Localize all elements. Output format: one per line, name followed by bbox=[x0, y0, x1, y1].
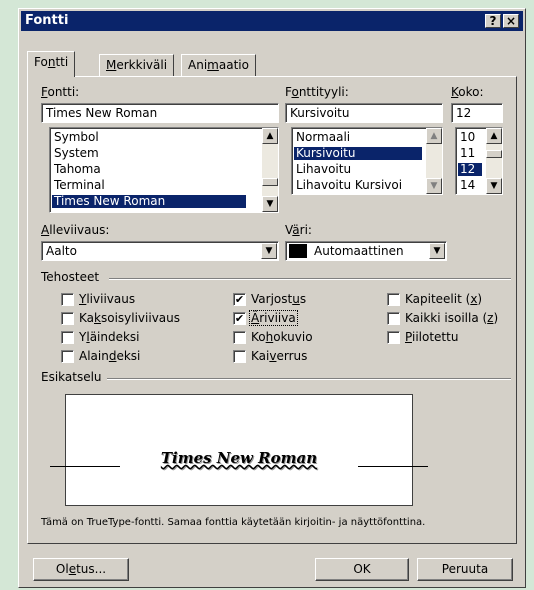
scroll-up-icon[interactable]: ▲ bbox=[426, 128, 442, 144]
color-label: Väri: bbox=[285, 223, 312, 237]
font-dialog: Fontti ? × Fontti Merkkiväli Animaatio F… bbox=[18, 8, 526, 588]
list-item[interactable]: Lihavoitu bbox=[294, 163, 353, 176]
underline-select[interactable]: Aalto ▼ bbox=[41, 241, 279, 261]
checkbox-label: Kaikki isoilla (z) bbox=[405, 311, 499, 325]
font-scrollbar[interactable]: ▲ ▼ bbox=[262, 128, 278, 212]
chevron-down-icon[interactable]: ▼ bbox=[429, 243, 445, 259]
ok-button[interactable]: OK bbox=[315, 558, 409, 581]
scroll-down-icon[interactable]: ▼ bbox=[426, 178, 442, 194]
checkbox-label: Kohokuvio bbox=[251, 330, 313, 344]
font-label: Fontti: bbox=[41, 85, 80, 99]
checkbox-label: Kapiteelit (x) bbox=[405, 292, 483, 306]
style-scrollbar[interactable]: ▲ ▼ bbox=[426, 128, 442, 194]
checkbox-label: Alaindeksi bbox=[79, 349, 141, 363]
checkbox-label: Piilotettu bbox=[405, 330, 459, 344]
scroll-thumb[interactable] bbox=[262, 178, 278, 186]
preview-box: Times New Roman bbox=[50, 394, 428, 506]
size-label: Koko: bbox=[451, 85, 484, 99]
checkbox-yliviivaus[interactable] bbox=[61, 293, 74, 306]
checkbox-kohokuvio[interactable] bbox=[233, 331, 246, 344]
tab-merkkivali[interactable]: Merkkiväli bbox=[99, 54, 175, 76]
checkbox-alaindeksi[interactable] bbox=[61, 350, 74, 363]
checkbox-kaksoisyliviivaus[interactable] bbox=[61, 312, 74, 325]
checkbox-label: Varjostus bbox=[251, 292, 307, 306]
font-input[interactable]: Times New Roman bbox=[41, 103, 279, 123]
help-button[interactable]: ? bbox=[485, 14, 501, 28]
list-item[interactable]: 14 bbox=[458, 179, 477, 192]
list-item[interactable]: Normaali bbox=[294, 131, 352, 144]
checkbox-kaikki-isoilla[interactable] bbox=[387, 312, 400, 325]
scroll-up-icon[interactable]: ▲ bbox=[486, 128, 502, 144]
preview-divider bbox=[107, 378, 511, 380]
style-list[interactable]: Normaali Kursivoitu Lihavoitu Lihavoitu … bbox=[291, 127, 443, 195]
window-title: Fontti bbox=[25, 13, 69, 28]
list-item[interactable]: Terminal bbox=[52, 179, 107, 192]
size-list[interactable]: 10 11 12 14 ▲ ▼ bbox=[455, 127, 503, 195]
chevron-down-icon[interactable]: ▼ bbox=[261, 243, 277, 259]
list-item[interactable]: 10 bbox=[458, 131, 477, 144]
effects-divider bbox=[109, 278, 511, 280]
checkbox-label: Kaksoisyliviivaus bbox=[79, 311, 180, 325]
preview-sample: Times New Roman bbox=[160, 449, 318, 467]
color-swatch bbox=[289, 244, 307, 258]
checkbox-kapiteelit[interactable] bbox=[387, 293, 400, 306]
effects-title: Tehosteet bbox=[41, 270, 100, 284]
checkbox-label-focused: Äriviiva bbox=[249, 310, 298, 326]
list-item-selected[interactable]: 12 bbox=[458, 163, 482, 176]
tab-fontti[interactable]: Fontti bbox=[27, 51, 76, 77]
list-item[interactable]: System bbox=[52, 147, 101, 160]
tab-animaatio[interactable]: Animaatio bbox=[181, 54, 256, 76]
underline-label: Alleviivaus: bbox=[41, 223, 110, 237]
scroll-thumb[interactable] bbox=[486, 150, 502, 158]
checkbox-label: Kaiverrus bbox=[251, 349, 308, 363]
preview-note: Tämä on TrueType-fontti. Samaa fonttia k… bbox=[41, 517, 426, 528]
scroll-down-icon[interactable]: ▼ bbox=[262, 196, 278, 212]
title-bar: Fontti ? × bbox=[21, 11, 523, 31]
default-button[interactable]: Oletus... bbox=[33, 558, 129, 581]
scroll-down-icon[interactable]: ▼ bbox=[486, 178, 502, 194]
list-item[interactable]: 11 bbox=[458, 147, 477, 160]
size-input[interactable]: 12 bbox=[451, 103, 503, 123]
checkbox-varjostus[interactable]: ✔ bbox=[233, 293, 246, 306]
style-label: Fonttityyli: bbox=[285, 85, 349, 99]
cancel-button[interactable]: Peruuta bbox=[417, 558, 513, 581]
size-scrollbar[interactable]: ▲ ▼ bbox=[486, 128, 502, 194]
scroll-up-icon[interactable]: ▲ bbox=[262, 128, 278, 144]
list-item-selected[interactable]: Kursivoitu bbox=[294, 147, 422, 160]
checkbox-kaiverrus[interactable] bbox=[233, 350, 246, 363]
close-button[interactable]: × bbox=[503, 14, 519, 28]
style-input[interactable]: Kursivoitu bbox=[285, 103, 443, 123]
list-item[interactable]: Symbol bbox=[52, 131, 101, 144]
list-item[interactable]: Lihavoitu Kursivoi bbox=[294, 179, 404, 192]
preview-title: Esikatselu bbox=[41, 370, 102, 384]
color-select[interactable]: Automaattinen ▼ bbox=[285, 241, 447, 261]
list-item-selected[interactable]: Times New Roman bbox=[52, 195, 246, 208]
font-list[interactable]: Symbol System Tahoma Terminal Times New … bbox=[49, 127, 279, 213]
checkbox-ylaindeksi[interactable] bbox=[61, 331, 74, 344]
checkbox-label: Yliviivaus bbox=[79, 292, 136, 306]
list-item[interactable]: Tahoma bbox=[52, 163, 103, 176]
checkbox-ariviiva[interactable]: ✔ bbox=[233, 312, 246, 325]
checkbox-piilotettu[interactable] bbox=[387, 331, 400, 344]
checkbox-label: Yläindeksi bbox=[79, 330, 140, 344]
